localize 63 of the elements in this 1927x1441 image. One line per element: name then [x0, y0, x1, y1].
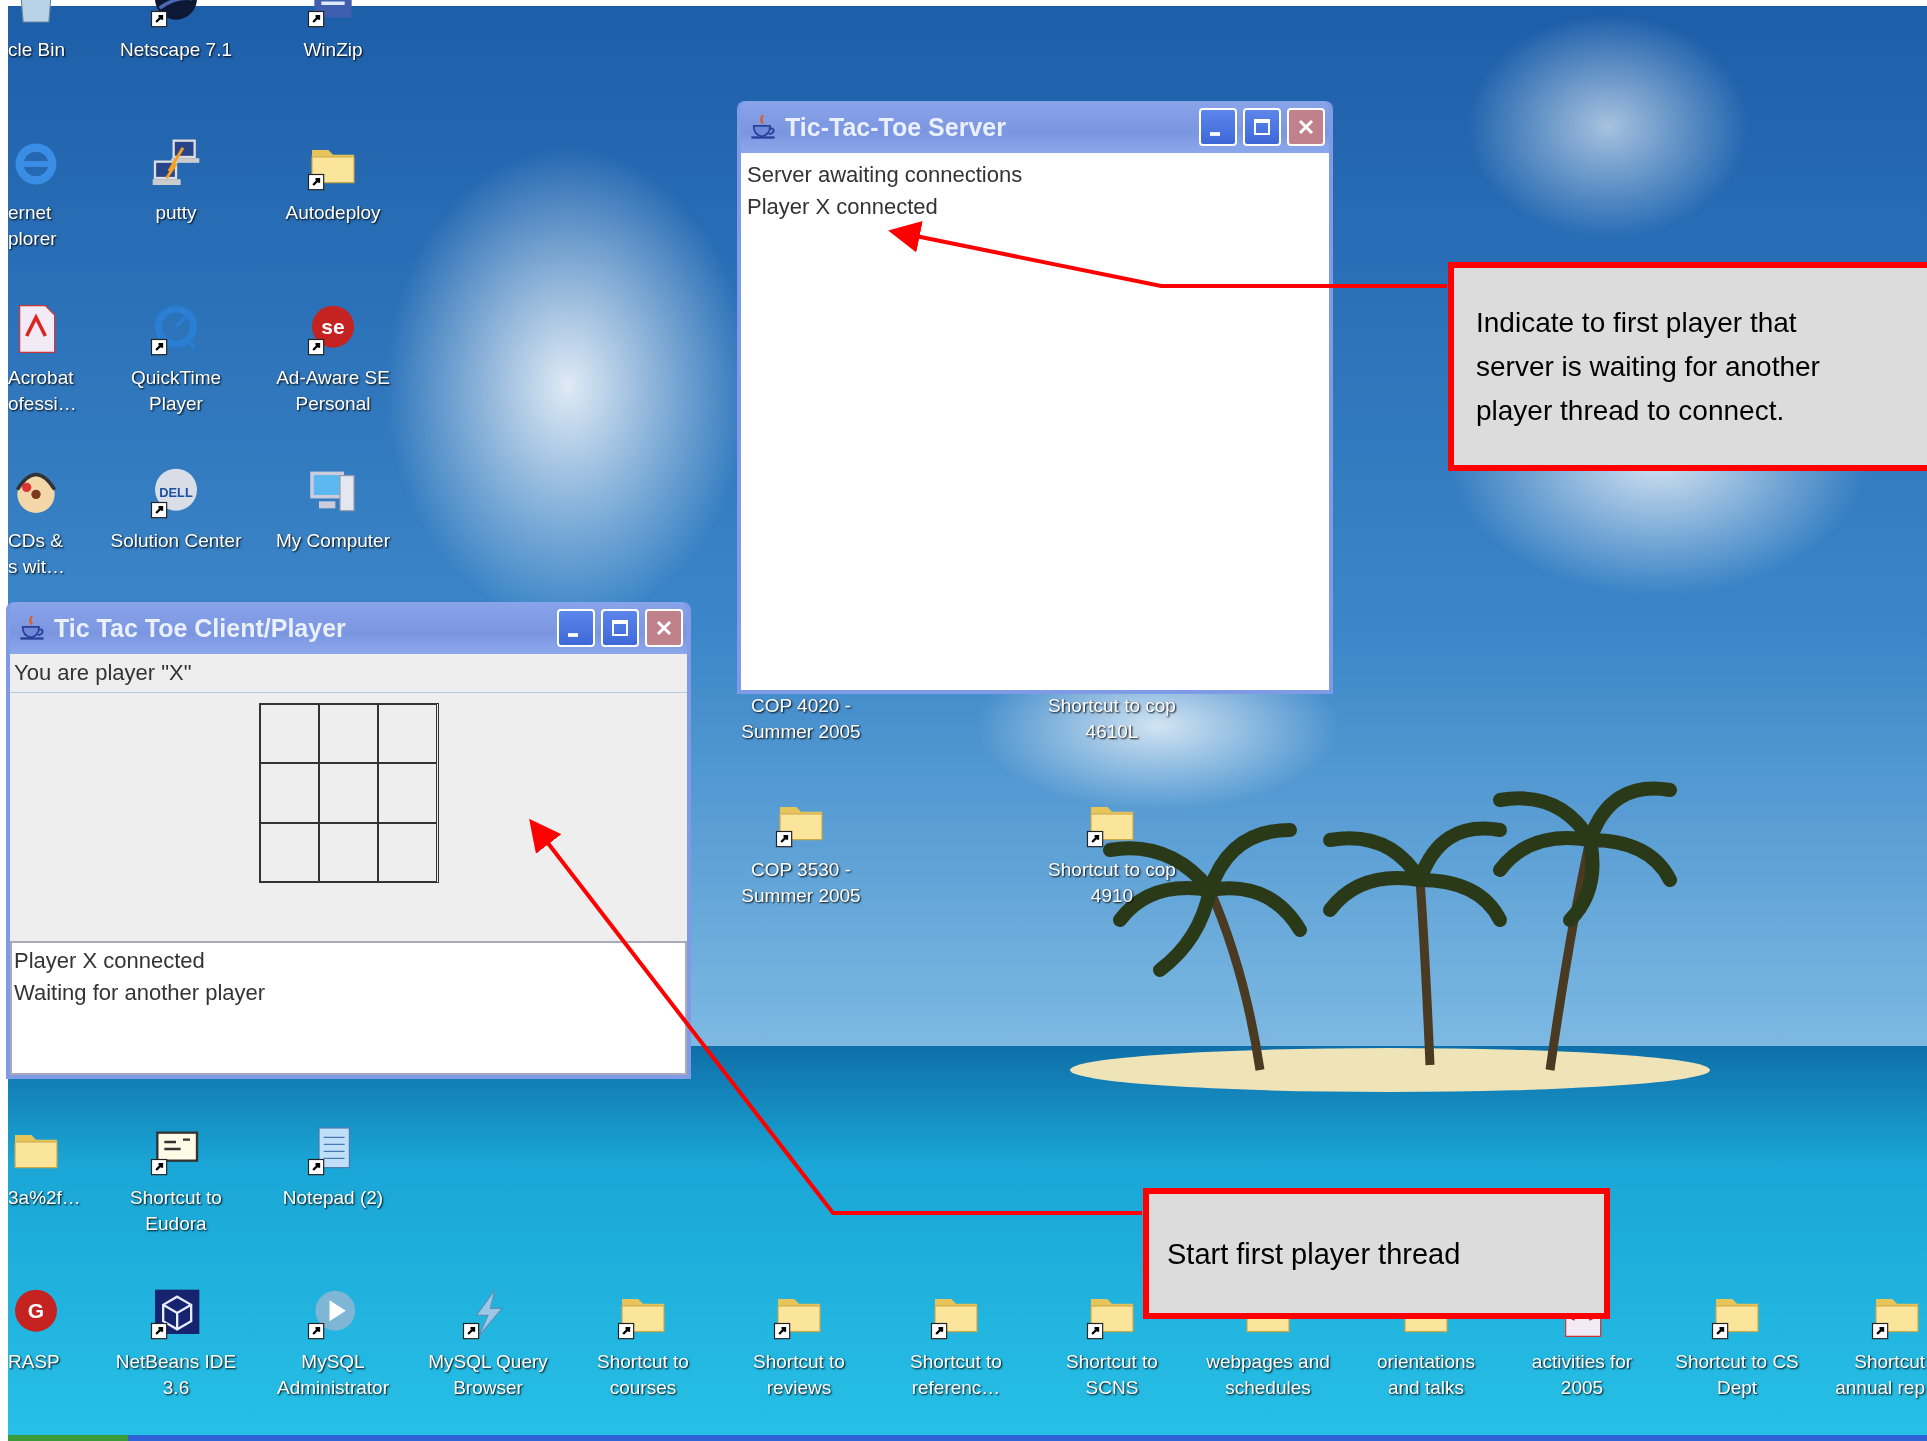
log-line: Player X connected [14, 947, 206, 975]
icon-label[interactable]: Notepad (2) [282, 1185, 384, 1211]
icon-label[interactable]: Shortcut to cop 4910 [1048, 857, 1176, 909]
icon-label[interactable]: My Computer [276, 528, 390, 554]
close-icon [1296, 117, 1316, 137]
icon-label[interactable]: Shortcut to courses [597, 1349, 689, 1401]
coffee-cup-icon [749, 113, 777, 141]
log-line: Player X connected [747, 193, 939, 221]
icon-label[interactable]: QuickTime Player [130, 365, 222, 417]
maximize-icon [1252, 117, 1272, 137]
icon-label[interactable]: Ad-Aware SE Personal [276, 365, 390, 417]
maximize-button[interactable] [1243, 108, 1281, 146]
icon-label[interactable]: Acrobat ofessi… [8, 365, 77, 417]
icon-label[interactable]: orientations and talks [1376, 1349, 1476, 1401]
icon-label[interactable]: COP 3530 - Summer 2005 [741, 857, 861, 909]
maximize-icon [610, 618, 630, 638]
icon-label[interactable]: Shortcut to cop 4610L [1048, 693, 1176, 745]
callout-text: Start first player thread [1167, 1236, 1461, 1272]
minimize-button[interactable] [557, 609, 595, 647]
icon-label[interactable]: Solution Center [110, 528, 242, 554]
icon-label[interactable]: activities for 2005 [1531, 1349, 1633, 1401]
icon-label[interactable]: MySQL Query Browser [428, 1349, 548, 1401]
icon-label[interactable]: NetBeans IDE 3.6 [115, 1349, 237, 1401]
minimize-icon [1210, 132, 1220, 136]
icon-label[interactable]: WinZip [303, 37, 363, 63]
icon-label[interactable]: Shortcut to CS Dept [1675, 1349, 1799, 1401]
board-square[interactable] [259, 763, 319, 823]
close-icon [654, 618, 674, 638]
close-button[interactable] [1287, 108, 1325, 146]
minimize-button[interactable] [1199, 108, 1237, 146]
close-button[interactable] [645, 609, 683, 647]
icon-label[interactable]: MySQL Administrator [277, 1349, 389, 1401]
board-square[interactable] [318, 763, 379, 823]
icon-label[interactable]: Shortcut to reviews [753, 1349, 845, 1401]
maximize-button[interactable] [601, 609, 639, 647]
icon-label[interactable]: Shortcut to SCNS [1066, 1349, 1158, 1401]
log-line: Server awaiting connections [747, 161, 1024, 189]
window-title: Tic Tac Toe Client/Player [54, 613, 347, 643]
icon-label[interactable]: 3a%2f… [8, 1185, 81, 1211]
board-square[interactable] [259, 704, 319, 764]
icon-label[interactable]: CDs & s wit… [8, 528, 65, 580]
log-line: Waiting for another player [14, 979, 267, 1007]
icon-label[interactable]: RASP [8, 1349, 60, 1375]
icon-label[interactable]: putty [155, 200, 197, 226]
board-square[interactable] [259, 822, 319, 882]
icon-label[interactable]: Autodeploy [285, 200, 381, 226]
icon-label[interactable]: webpages and schedules [1206, 1349, 1330, 1401]
board-square[interactable] [318, 822, 379, 882]
icon-label[interactable]: Netscape 7.1 [120, 37, 232, 63]
minimize-icon [568, 633, 578, 637]
board-square[interactable] [378, 822, 438, 882]
callout-text: Indicate to first player that server is waiting for another player thread to connect. [1476, 305, 1820, 428]
icon-label[interactable]: Shortcut to Eudora [130, 1185, 222, 1237]
coffee-cup-icon [18, 614, 46, 642]
window-title: Tic-Tac-Toe Server [785, 112, 1007, 142]
icon-label[interactable]: ernet plorer [8, 200, 57, 252]
board-square[interactable] [318, 704, 379, 764]
board-square[interactable] [378, 704, 438, 764]
board-square[interactable] [378, 763, 438, 823]
icon-label[interactable]: Shortcut to referenc… [910, 1349, 1002, 1401]
icon-label[interactable]: Shortcut annual rep [1835, 1349, 1925, 1401]
icon-label[interactable]: cle Bin [8, 37, 66, 63]
icon-label[interactable]: COP 4020 - Summer 2005 [741, 693, 861, 745]
